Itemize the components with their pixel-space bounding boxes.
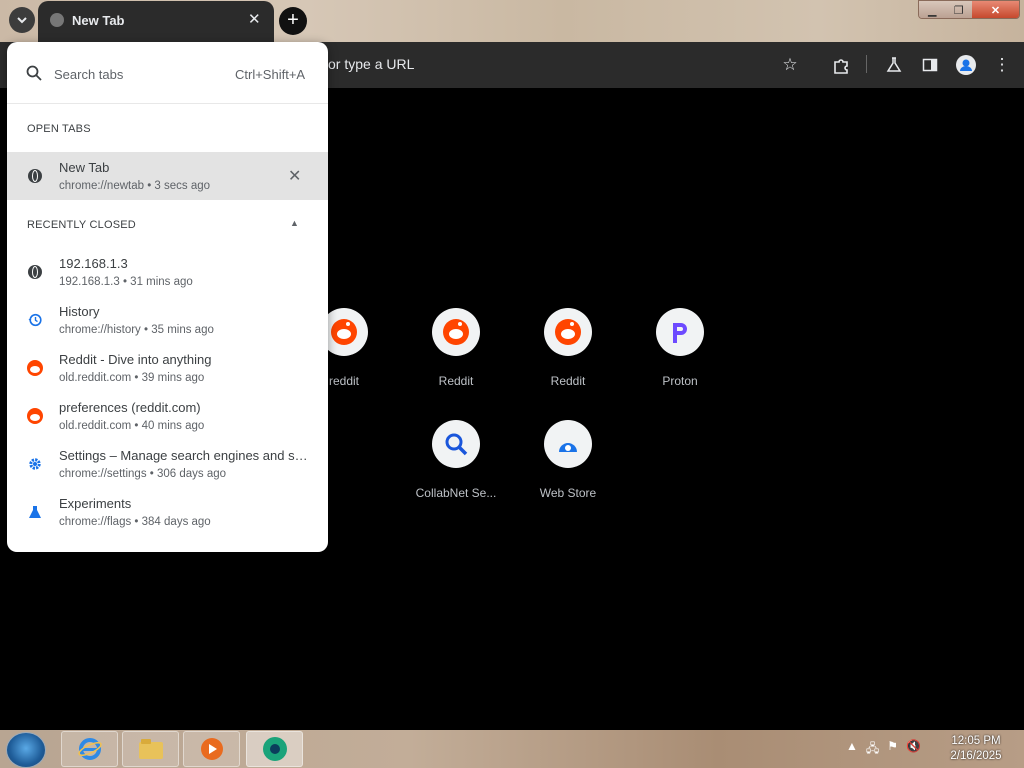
- chevron-up-icon[interactable]: ▲: [290, 218, 299, 228]
- browser-taskbar-icon[interactable]: [246, 731, 303, 767]
- tab-search-bar: Ctrl+Shift+A: [7, 42, 328, 104]
- media-player-icon[interactable]: [183, 731, 240, 767]
- history-icon: [27, 312, 43, 328]
- item-subtitle: chrome://flags • 384 days ago: [59, 516, 211, 528]
- profile-avatar-icon[interactable]: [955, 54, 977, 76]
- shortcut-tile[interactable]: Proton: [624, 308, 736, 388]
- item-subtitle: old.reddit.com • 39 mins ago: [59, 372, 205, 384]
- item-title: New Tab: [59, 160, 110, 175]
- shortcut-label: CollabNet Se...: [415, 486, 497, 500]
- menu-kebab-icon[interactable]: ⋮: [991, 54, 1013, 76]
- system-tray: ▲ 🖧 ⚑ 🔇: [846, 739, 921, 760]
- proton-icon: [656, 308, 704, 356]
- shortcut-tile[interactable]: CollabNet Se...: [400, 420, 512, 500]
- labs-flask-icon[interactable]: [883, 54, 905, 76]
- action-center-flag-icon[interactable]: ⚑: [887, 739, 898, 760]
- item-title: History: [59, 304, 100, 319]
- omnibox-placeholder[interactable]: or type a URL: [328, 56, 414, 72]
- window-controls: ▁ ❐ ✕: [918, 0, 1020, 19]
- shortcut-label: Reddit: [438, 374, 474, 388]
- open-tab-item[interactable]: New Tab chrome://newtab • 3 secs ago ✕: [7, 152, 328, 200]
- recently-closed-item[interactable]: History chrome://history • 35 mins ago: [7, 296, 328, 344]
- minimize-button[interactable]: ▁: [919, 1, 946, 18]
- maximize-button[interactable]: ❐: [945, 1, 972, 18]
- show-hidden-icons-icon[interactable]: ▲: [846, 739, 858, 760]
- toolbar-divider: [866, 55, 867, 73]
- settings-icon: [27, 456, 43, 472]
- start-button[interactable]: [6, 732, 46, 768]
- item-title: Reddit - Dive into anything: [59, 352, 212, 367]
- system-clock[interactable]: 12:05 PM 2/16/2025: [940, 734, 1012, 764]
- new-tab-button[interactable]: +: [279, 7, 307, 35]
- bookmark-star-icon[interactable]: ☆: [779, 54, 801, 76]
- close-tab-icon[interactable]: ✕: [248, 10, 261, 28]
- close-window-button[interactable]: ✕: [971, 1, 1019, 18]
- title-bar: New Tab ✕ + ▁ ❐ ✕: [0, 0, 1024, 42]
- shortcut-label: Web Store: [539, 486, 597, 500]
- globe-icon: [50, 13, 64, 27]
- recently-closed-item[interactable]: Experiments chrome://flags • 384 days ag…: [7, 488, 328, 536]
- item-subtitle: old.reddit.com • 40 mins ago: [59, 420, 205, 432]
- chevron-down-icon: [17, 17, 27, 24]
- clock-time: 12:05 PM: [951, 735, 1001, 747]
- shortcut-tile[interactable]: Reddit: [512, 308, 624, 388]
- keyboard-shortcut-hint: Ctrl+Shift+A: [235, 67, 306, 82]
- clock-date: 2/16/2025: [950, 750, 1002, 762]
- recently-closed-item[interactable]: Reddit - Dive into anything old.reddit.c…: [7, 344, 328, 392]
- shortcut-tile[interactable]: Web Store: [512, 420, 624, 500]
- recently-closed-item[interactable]: preferences (reddit.com) old.reddit.com …: [7, 392, 328, 440]
- reddit-icon: [27, 360, 43, 376]
- tab-search-button[interactable]: [9, 7, 35, 33]
- item-title: Experiments: [59, 496, 132, 511]
- windows-taskbar: ▲ 🖧 ⚑ 🔇 12:05 PM 2/16/2025: [0, 730, 1024, 768]
- side-panel-icon[interactable]: [919, 54, 941, 76]
- item-subtitle: chrome://settings • 306 days ago: [59, 468, 227, 480]
- close-icon[interactable]: ✕: [288, 166, 301, 186]
- browser-tab[interactable]: New Tab ✕: [38, 1, 274, 42]
- reddit-icon: [432, 308, 480, 356]
- recently-closed-item[interactable]: 192.168.1.3 192.168.1.3 • 31 mins ago: [7, 248, 328, 296]
- shortcut-label: Proton: [662, 374, 698, 388]
- recently-closed-header: RECENTLY CLOSED: [27, 219, 136, 231]
- webstore-icon: [544, 420, 592, 468]
- item-title: preferences (reddit.com): [59, 400, 201, 415]
- recently-closed-item[interactable]: Settings – Manage search engines and sit…: [7, 440, 328, 488]
- search-icon: [432, 420, 480, 468]
- search-icon: [26, 65, 42, 81]
- item-title: Settings – Manage search engines and sit…: [59, 448, 309, 463]
- item-subtitle: chrome://history • 35 mins ago: [59, 324, 214, 336]
- tab-title: New Tab: [72, 13, 125, 28]
- network-icon[interactable]: 🖧: [866, 739, 879, 760]
- flask-icon: [27, 504, 43, 520]
- open-tabs-header: OPEN TABS: [27, 123, 91, 135]
- file-explorer-icon[interactable]: [122, 731, 179, 767]
- item-title: 192.168.1.3: [59, 256, 128, 271]
- extensions-icon[interactable]: [830, 54, 852, 76]
- internet-explorer-icon[interactable]: [61, 731, 118, 767]
- reddit-icon: [27, 408, 43, 424]
- shortcut-label: Reddit: [550, 374, 586, 388]
- shortcut-tile[interactable]: Reddit: [400, 308, 512, 388]
- globe-icon: [27, 168, 43, 184]
- item-subtitle: chrome://newtab • 3 secs ago: [59, 180, 211, 192]
- volume-muted-icon[interactable]: 🔇: [906, 739, 921, 760]
- reddit-icon: [544, 308, 592, 356]
- search-tabs-input[interactable]: [54, 63, 224, 85]
- tab-search-dropdown: Ctrl+Shift+A OPEN TABS New Tab chrome://…: [7, 42, 328, 552]
- globe-icon: [27, 264, 43, 280]
- item-subtitle: 192.168.1.3 • 31 mins ago: [59, 276, 193, 288]
